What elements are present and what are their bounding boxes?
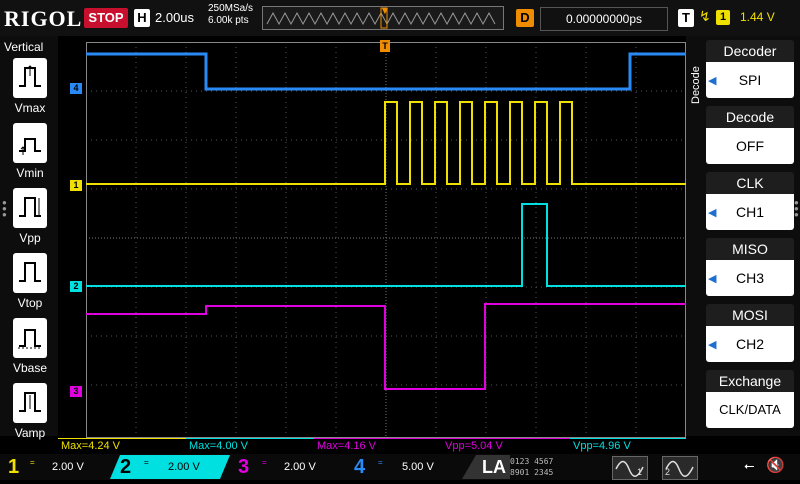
delay-value[interactable]: 0.00000000ps	[540, 7, 668, 31]
measurement-ch3-vpp[interactable]: Vpp=5.04 V	[442, 438, 571, 454]
vmax-button[interactable]	[13, 58, 47, 98]
scroll-dots-left: ● ● ●	[2, 198, 7, 219]
decode-menu-tab: Decode	[688, 44, 704, 154]
digital-channel-grid[interactable]: 0123 4567 8901 2345	[510, 456, 600, 478]
usb-icon: ⭠	[744, 458, 755, 473]
vpp-label: Vpp	[19, 231, 41, 245]
clk-menu-label: CLK	[706, 172, 794, 194]
vamp-button[interactable]	[13, 383, 47, 423]
measurement-ch1-max[interactable]: Max=4.24 V	[58, 438, 187, 454]
decoder-select[interactable]: SPI	[706, 62, 794, 98]
ch3-trace	[86, 303, 686, 390]
vbase-button[interactable]	[13, 318, 47, 358]
waveform-display[interactable]	[86, 42, 686, 438]
source2-number: 2	[665, 467, 671, 477]
vmin-label: Vmin	[16, 166, 44, 180]
decoder-menu-label: Decoder	[706, 40, 794, 62]
horizontal-label[interactable]: H	[134, 9, 150, 27]
acquisition-info: 250MSa/s 6.00k pts	[208, 3, 253, 27]
miso-select-arrow-icon: ◀	[708, 273, 717, 285]
ch1-trace	[86, 101, 686, 185]
digital-channels-top: 0123 4567	[510, 457, 554, 466]
vamp-icon	[19, 392, 41, 412]
trigger-source-badge[interactable]: 1	[716, 10, 730, 25]
source2-button[interactable]: 2	[662, 456, 698, 480]
vamp-label: Vamp	[14, 426, 46, 440]
ch4-coupling-icon: =	[378, 458, 383, 467]
vmax-icon	[19, 65, 41, 87]
run-stop-button[interactable]: STOP	[84, 8, 128, 28]
decode-state-label: Decode	[706, 106, 794, 128]
mosi-select-arrow-icon: ◀	[708, 339, 717, 351]
clk-source-select[interactable]: CH1	[706, 194, 794, 230]
trigger-position-marker-top: ▼	[380, 6, 390, 17]
digital-channels-bottom: 8901 2345	[510, 468, 554, 477]
exchange-clk-data-button[interactable]: CLK/DATA	[706, 392, 794, 428]
vmin-icon	[19, 138, 41, 155]
decoder-select-arrow-icon: ◀	[708, 75, 717, 87]
vtop-icon	[19, 262, 41, 282]
waveform-svg	[86, 42, 686, 438]
ch1-offset-marker[interactable]: 1	[70, 180, 82, 191]
vbase-icon	[18, 329, 42, 349]
source1-number: 1	[637, 467, 643, 477]
mosi-menu-label: MOSI	[706, 304, 794, 326]
measurement-ch3-max[interactable]: Max=4.16 V	[314, 438, 443, 454]
ch4-scale[interactable]: 5.00 V	[402, 457, 434, 477]
brand-logo: RIGOL	[4, 6, 83, 31]
vtop-button[interactable]	[13, 253, 47, 293]
vmin-button[interactable]	[13, 123, 47, 163]
ch3-offset-marker[interactable]: 3	[70, 386, 82, 397]
trigger-level-value[interactable]: 1.44 V	[740, 10, 775, 24]
clk-select-arrow-icon: ◀	[708, 207, 717, 219]
ch4-offset-marker[interactable]: 4	[70, 83, 82, 94]
speaker-muted-icon[interactable]: 🔇	[766, 456, 785, 474]
trigger-time-marker[interactable]: T	[380, 40, 390, 52]
decode-tab-label: Decode	[690, 66, 702, 104]
ch4-button[interactable]: 4	[354, 455, 365, 479]
ch1-coupling-icon: =	[30, 458, 35, 467]
memory-depth: 6.00k pts	[208, 15, 249, 26]
decode-state-toggle[interactable]: OFF	[706, 128, 794, 164]
ch1-scale[interactable]: 2.00 V	[52, 457, 84, 477]
exchange-menu-label: Exchange	[706, 370, 794, 392]
rising-edge-icon: ↯	[699, 8, 711, 24]
mosi-source-select[interactable]: CH2	[706, 326, 794, 362]
vpp-icon	[19, 197, 41, 217]
sample-rate: 250MSa/s	[208, 3, 254, 14]
measurement-ch2-max[interactable]: Max=4.00 V	[186, 438, 315, 454]
vpp-button[interactable]	[13, 188, 47, 228]
vertical-measure-title: Vertical	[4, 40, 44, 54]
vbase-label: Vbase	[12, 361, 48, 375]
delay-label[interactable]: D	[516, 9, 534, 27]
ch1-button[interactable]: 1	[8, 455, 19, 479]
scroll-dots-right: ● ● ●	[794, 198, 799, 219]
vmax-label: Vmax	[14, 101, 46, 115]
measurement-ch2-vpp[interactable]: Vpp=4.96 V	[570, 438, 686, 454]
ch3-coupling-icon: =	[262, 458, 267, 467]
vtop-label: Vtop	[17, 296, 43, 310]
ch4-trace	[86, 52, 686, 91]
source1-button[interactable]: 1	[612, 456, 648, 480]
miso-menu-label: MISO	[706, 238, 794, 260]
ch2-coupling-icon: =	[144, 458, 149, 467]
miso-source-select[interactable]: CH3	[706, 260, 794, 296]
trigger-label[interactable]: T	[678, 9, 694, 27]
ch2-button[interactable]: 2	[120, 455, 131, 479]
ch2-offset-marker[interactable]: 2	[70, 281, 82, 292]
ch3-scale[interactable]: 2.00 V	[284, 457, 316, 477]
ch2-scale[interactable]: 2.00 V	[168, 457, 200, 477]
ch3-button[interactable]: 3	[238, 455, 249, 479]
timebase-value[interactable]: 2.00us	[155, 10, 194, 25]
